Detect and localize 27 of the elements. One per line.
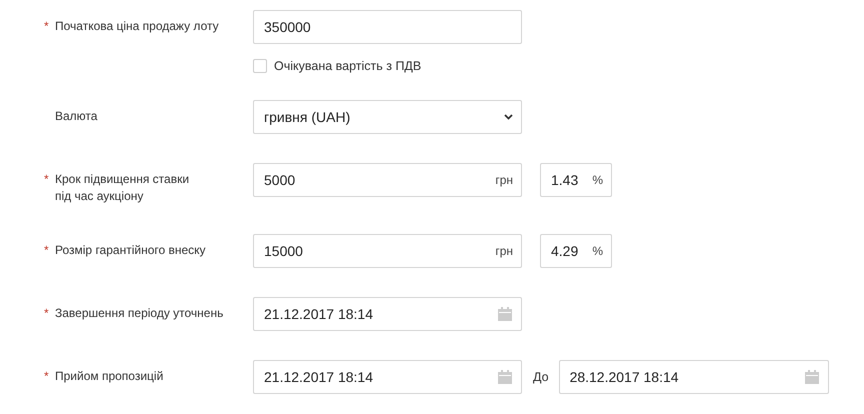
required-asterisk: *: [44, 306, 49, 320]
field-label: Початкова ціна продажу лоту: [55, 18, 220, 35]
calendar-icon: [497, 306, 513, 322]
required-asterisk: *: [44, 243, 49, 257]
date-field[interactable]: 21.12.2017 18:14: [253, 297, 522, 331]
input-field[interactable]: 5000 грн: [253, 163, 522, 197]
chevron-down-icon: [504, 114, 513, 120]
input-field[interactable]: 350000: [253, 10, 522, 44]
calendar-icon: [497, 369, 513, 385]
percent-field[interactable]: 4.29 %: [540, 234, 612, 268]
range-separator: До: [533, 370, 549, 384]
percent-field[interactable]: 1.43 %: [540, 163, 612, 197]
required-asterisk: *: [44, 369, 49, 383]
required-asterisk: *: [44, 172, 49, 186]
field-label: Прийом пропозицій: [55, 368, 164, 385]
input-field[interactable]: 15000 грн: [253, 234, 522, 268]
date-field[interactable]: 28.12.2017 18:14: [558, 360, 829, 394]
checkbox[interactable]: [253, 59, 267, 73]
field-label: Завершення періоду уточнень: [55, 305, 224, 322]
field-label: Крок підвищення ставки під час аукціону: [55, 171, 190, 205]
field-label: Валюта: [55, 108, 98, 125]
select-field[interactable]: гривня (UAH): [253, 100, 522, 134]
checkbox-label: Очікувана вартість з ПДВ: [274, 59, 422, 73]
calendar-icon: [804, 369, 820, 385]
field-label: Розмір гарантійного внеску: [55, 242, 207, 259]
date-field[interactable]: 21.12.2017 18:14: [253, 360, 522, 394]
required-asterisk: *: [44, 19, 49, 33]
